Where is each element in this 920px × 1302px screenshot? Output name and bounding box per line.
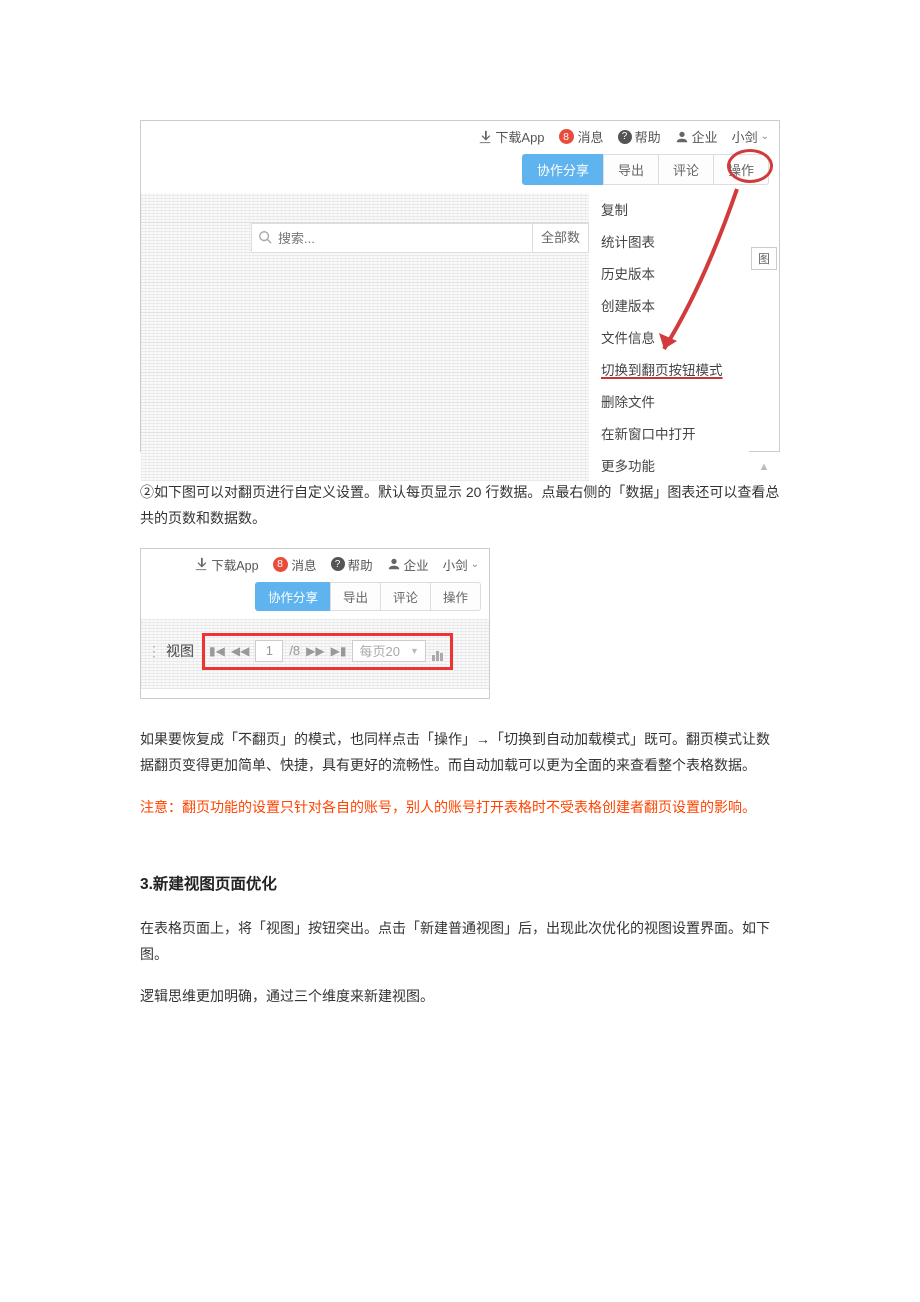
enterprise-label: 企业	[692, 127, 718, 146]
enterprise-link[interactable]: 企业	[675, 127, 718, 146]
search-bar: 全部数	[251, 223, 589, 253]
paragraph-view-2: 逻辑思维更加明确，通过三个维度来新建视图。	[140, 984, 780, 1010]
paragraph-settings: ②如下图可以对翻页进行自定义设置。默认每页显示 20 行数据。点最右侧的「数据」…	[140, 480, 780, 532]
messages-link[interactable]: 8 消息	[559, 127, 604, 146]
help-icon: ?	[618, 130, 632, 144]
share-button[interactable]: 协作分享	[255, 582, 331, 611]
page-input[interactable]	[255, 640, 283, 662]
download-app-link[interactable]: 下载App	[194, 555, 258, 574]
scroll-up-icon: ▲	[751, 461, 777, 473]
menu-delete[interactable]: 删除文件	[589, 385, 749, 417]
chevron-down-icon: ⌄	[761, 131, 769, 142]
chevron-down-icon: ⌄	[471, 559, 479, 570]
action-dropdown: 复制 统计图表 历史版本 创建版本 文件信息 切换到翻页按钮模式 删除文件 在新…	[589, 193, 749, 481]
menu-copy[interactable]: 复制	[589, 193, 749, 225]
download-app-link[interactable]: 下载App	[478, 127, 544, 146]
right-column: 图 ▲	[749, 193, 779, 481]
download-icon	[194, 557, 208, 571]
topbar2: 下载App 8 消息 ? 帮助 企业 小剑 ⌄	[141, 549, 489, 580]
help-link[interactable]: ? 帮助	[331, 555, 373, 574]
menu-switch-pagination[interactable]: 切换到翻页按钮模式	[589, 353, 749, 385]
menu-chart[interactable]: 统计图表	[589, 225, 749, 257]
export-button[interactable]: 导出	[603, 154, 659, 185]
user-menu[interactable]: 小剑 ⌄	[732, 127, 769, 146]
page-total: /8	[289, 643, 300, 658]
next-page-icon[interactable]: ▶▶	[306, 644, 324, 658]
enterprise-icon	[675, 130, 689, 144]
pager-row: ⋮ 视图 ▮◀ ◀◀ /8 ▶▶ ▶▮ 每页20 ▼	[147, 633, 483, 670]
toolbar: 协作分享 导出 评论 操作	[141, 152, 779, 193]
paragraph-restore: 如果要恢复成「不翻页」的模式，也同样点击「操作」→「切换到自动加载模式」既可。翻…	[140, 727, 780, 779]
comment-button[interactable]: 评论	[658, 154, 714, 185]
paragraph-note: 注意：翻页功能的设置只针对各自的账号，别人的账号打开表格时不受表格创建者翻页设置…	[140, 795, 780, 821]
drag-handle-icon: ⋮	[147, 643, 160, 660]
prev-page-icon[interactable]: ◀◀	[231, 644, 249, 658]
user-label: 小剑	[732, 127, 758, 146]
stats-chart-icon[interactable]	[432, 645, 446, 657]
paragraph-view-1: 在表格页面上，将「视图」按钮突出。点击「新建普通视图」后，出现此次优化的视图设置…	[140, 916, 780, 968]
notification-badge: 8	[273, 557, 288, 572]
menu-history[interactable]: 历史版本	[589, 257, 749, 289]
annotation-highlight-box: ▮◀ ◀◀ /8 ▶▶ ▶▮ 每页20 ▼	[202, 633, 453, 670]
help-label: 帮助	[635, 127, 661, 146]
messages-link[interactable]: 8 消息	[273, 555, 317, 574]
enterprise-link[interactable]: 企业	[387, 555, 429, 574]
screenshot-dropdown: 下载App 8 消息 ? 帮助 企业 小剑 ⌄ 协作分享 导出 评论 操作	[140, 120, 780, 452]
export-button[interactable]: 导出	[330, 582, 381, 611]
view-label: 视图	[166, 641, 194, 661]
action-button[interactable]: 操作	[430, 582, 481, 611]
share-button[interactable]: 协作分享	[522, 154, 604, 185]
per-page-select[interactable]: 每页20 ▼	[352, 640, 425, 662]
search-all-button[interactable]: 全部数	[532, 224, 588, 252]
messages-label: 消息	[578, 127, 604, 146]
search-input[interactable]	[278, 231, 532, 246]
image-button[interactable]: 图	[751, 247, 777, 270]
grid-area: 全部数	[141, 193, 589, 481]
toolbar2: 协作分享 导出 评论 操作	[141, 580, 489, 619]
topbar: 下载App 8 消息 ? 帮助 企业 小剑 ⌄	[141, 121, 779, 152]
per-page-label: 每页20	[359, 641, 399, 660]
help-icon: ?	[331, 557, 345, 571]
help-link[interactable]: ? 帮助	[618, 127, 661, 146]
screenshot-pagination: 下载App 8 消息 ? 帮助 企业 小剑 ⌄ 协作分享 导出 评论 操作 ⋮ …	[140, 548, 490, 699]
first-page-icon[interactable]: ▮◀	[209, 644, 225, 658]
menu-create-version[interactable]: 创建版本	[589, 289, 749, 321]
menu-file-info[interactable]: 文件信息	[589, 321, 749, 353]
last-page-icon[interactable]: ▶▮	[331, 644, 347, 658]
comment-button[interactable]: 评论	[380, 582, 431, 611]
action-button[interactable]: 操作	[713, 154, 769, 185]
search-icon	[252, 230, 278, 247]
download-app-label: 下载App	[495, 127, 544, 146]
user-menu[interactable]: 小剑 ⌄	[443, 555, 479, 574]
menu-more[interactable]: 更多功能	[589, 449, 749, 481]
download-icon	[478, 130, 492, 144]
section-heading-3: 3.新建视图页面优化	[140, 872, 780, 894]
menu-new-window[interactable]: 在新窗口中打开	[589, 417, 749, 449]
enterprise-icon	[387, 557, 401, 571]
dropdown-triangle-icon: ▼	[410, 646, 419, 656]
notification-badge: 8	[559, 129, 574, 144]
